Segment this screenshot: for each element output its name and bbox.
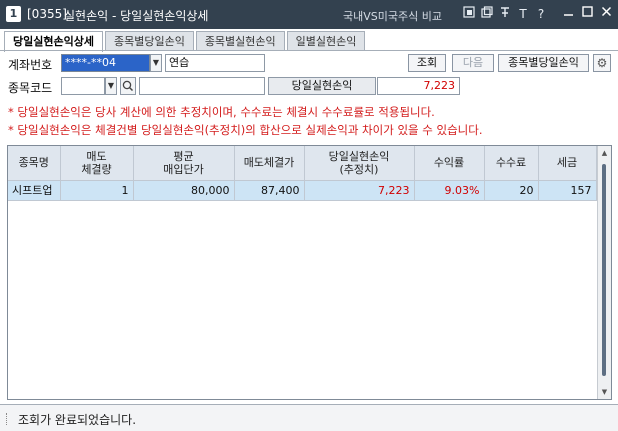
title-toolbar: T ?: [462, 5, 548, 23]
daily-realized-pl-label: 당일실현손익: [268, 77, 376, 95]
maximize-icon[interactable]: [580, 5, 595, 23]
scroll-thumb[interactable]: [602, 164, 606, 376]
next-button[interactable]: 다음: [452, 54, 494, 72]
vertical-scrollbar[interactable]: ▲ ▼: [597, 146, 611, 399]
stock-search-button[interactable]: [120, 77, 136, 95]
scroll-up-icon[interactable]: ▲: [598, 146, 611, 160]
query-button[interactable]: 조회: [408, 54, 446, 72]
scroll-down-icon[interactable]: ▼: [598, 385, 611, 399]
cell-return-rate: 9.03%: [414, 180, 485, 201]
domestic-vs-us-compare-link[interactable]: 국내VS미국주식 비교: [343, 8, 442, 24]
col-header-fee[interactable]: 수수료: [484, 146, 539, 181]
col-header-avg-buy-price[interactable]: 평균 매입단가: [133, 146, 235, 181]
close-icon[interactable]: [599, 5, 614, 23]
account-label: 계좌번호: [8, 58, 53, 72]
search-icon: [122, 80, 134, 92]
realized-pl-table: 종목명 매도 체결량 평균 매입단가 매도체결가 당일실현손익 (추정치) 수익률 수…: [8, 146, 597, 201]
title-bar: 1 [0355] 실현손익 - 당일실현손익상세 국내VS미국주식 비교 T ?: [0, 0, 618, 29]
daily-realized-pl-value: 7,223: [377, 77, 460, 95]
copy-window-icon[interactable]: [480, 5, 494, 23]
chevron-down-icon: ▼: [152, 58, 160, 67]
col-header-return-rate[interactable]: 수익률: [414, 146, 485, 181]
daily-pl-by-stock-button[interactable]: 종목별당일손익: [498, 54, 589, 72]
cell-sell-qty: 1: [60, 180, 134, 201]
tab-divider: [0, 50, 618, 51]
col-header-realized-pl[interactable]: 당일실현손익 (추정치): [304, 146, 415, 181]
table-header-row: 종목명 매도 체결량 평균 매입단가 매도체결가 당일실현손익 (추정치) 수익률 수…: [8, 146, 597, 181]
cell-stock-name: 시프트업: [8, 180, 61, 201]
estimate-note: * 당일실현손익은 당사 계산에 의한 추정치이며, 수수료는 체결시 수수료률…: [8, 105, 435, 119]
link-icon[interactable]: [462, 5, 476, 23]
account-name-field: 연습: [165, 54, 265, 72]
realized-pl-grid: 종목명 매도 체결량 평균 매입단가 매도체결가 당일실현손익 (추정치) 수익률 수…: [7, 145, 612, 400]
window-title: 실현손익 - 당일실현손익상세: [64, 9, 209, 23]
cell-avg-buy-price: 80,000: [133, 180, 235, 201]
stock-code-dropdown-button[interactable]: ▼: [105, 77, 117, 95]
col-header-sell-qty[interactable]: 매도 체결량: [60, 146, 134, 181]
screen-code: [0355]: [27, 7, 67, 21]
account-dropdown-button[interactable]: ▼: [150, 54, 162, 72]
col-header-sell-price[interactable]: 매도체결가: [234, 146, 305, 181]
cell-realized-pl: 7,223: [304, 180, 415, 201]
tab-bar: 당일실현손익상세 종목별당일손익 종목별실현손익 일별실현손익: [4, 31, 367, 52]
stock-name-field[interactable]: [139, 77, 265, 95]
tab-daily-realized-pl[interactable]: 일별실현손익: [286, 31, 366, 51]
minimize-icon[interactable]: [561, 5, 576, 23]
window-controls: [561, 5, 614, 23]
cell-fee: 20: [484, 180, 539, 201]
account-number-input[interactable]: ****-**04: [61, 54, 150, 72]
status-message: 조회가 완료되었습니다.: [18, 413, 137, 427]
font-size-icon[interactable]: T: [516, 5, 530, 23]
pin-icon[interactable]: [498, 5, 512, 23]
stock-code-input[interactable]: [61, 77, 105, 95]
difference-note: * 당일실현손익은 체결건별 당일실현손익(추정치)의 합산으로 실제손익과 차…: [8, 123, 483, 137]
cell-tax: 157: [538, 180, 597, 201]
status-bar: 조회가 완료되었습니다.: [0, 404, 618, 431]
chevron-down-icon: ▼: [107, 81, 115, 90]
tab-daily-realized-detail[interactable]: 당일실현손익상세: [4, 31, 103, 52]
grip-icon: [6, 413, 9, 425]
cell-sell-price: 87,400: [234, 180, 305, 201]
gear-icon: ⚙: [596, 56, 608, 70]
col-header-tax[interactable]: 세금: [538, 146, 597, 181]
tab-realized-pl-by-stock[interactable]: 종목별실현손익: [195, 31, 285, 51]
settings-button[interactable]: ⚙: [593, 54, 611, 72]
tab-daily-pl-by-stock[interactable]: 종목별당일손익: [104, 31, 194, 51]
window-number-badge: 1: [6, 6, 21, 22]
help-icon[interactable]: ?: [534, 5, 548, 23]
table-row[interactable]: 시프트업 1 80,000 87,400 7,223 9.03% 20 157: [8, 180, 597, 201]
stock-code-label: 종목코드: [8, 81, 53, 95]
col-header-stock-name[interactable]: 종목명: [8, 146, 61, 181]
